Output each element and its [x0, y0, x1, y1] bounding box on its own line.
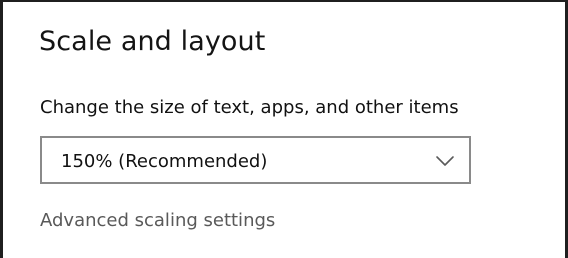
- section-title: Scale and layout: [39, 26, 266, 57]
- frame-top-border: [0, 0, 568, 2]
- scaling-label: Change the size of text, apps, and other…: [40, 97, 459, 118]
- settings-panel: Scale and layout Change the size of text…: [0, 0, 568, 258]
- advanced-scaling-settings-link[interactable]: Advanced scaling settings: [40, 210, 275, 231]
- frame-left-border: [0, 0, 3, 258]
- scaling-dropdown-value: 150% (Recommended): [61, 151, 268, 172]
- scaling-dropdown[interactable]: 150% (Recommended): [40, 136, 471, 184]
- chevron-down-icon: [435, 151, 455, 171]
